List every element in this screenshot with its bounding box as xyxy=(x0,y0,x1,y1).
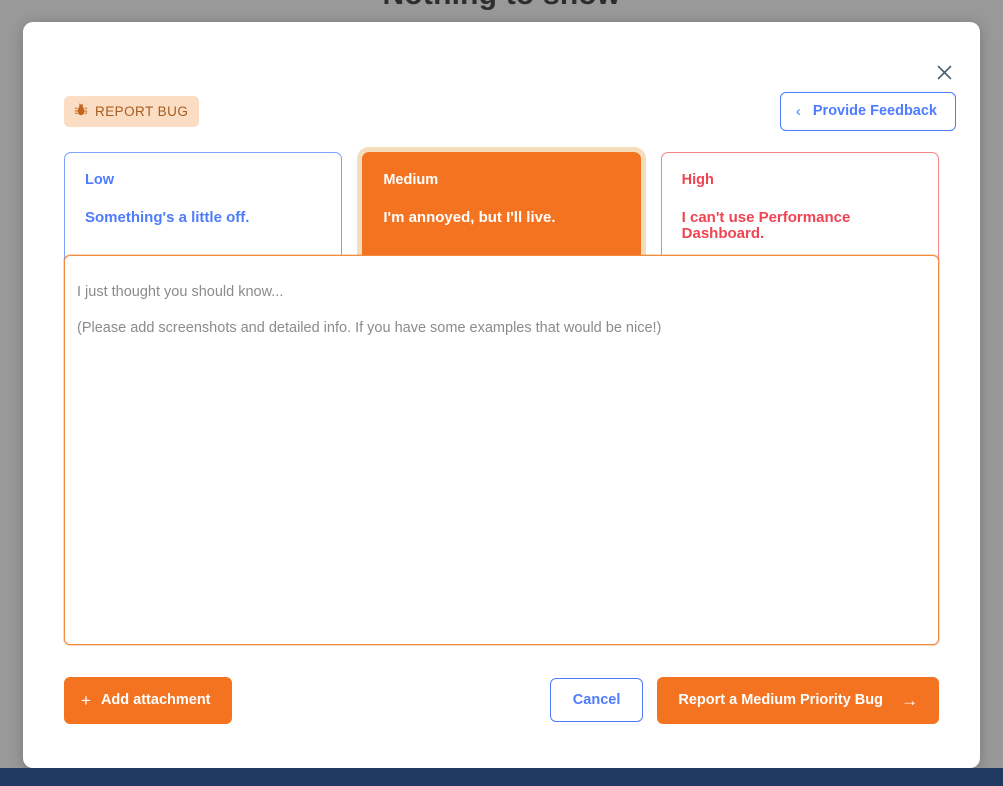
placeholder-line-2: (Please add screenshots and detailed inf… xyxy=(77,320,662,337)
obscured-page-title: Nothing to show xyxy=(0,0,1003,12)
severity-high-title: High xyxy=(681,172,714,188)
add-attachment-label: Add attachment xyxy=(100,691,211,708)
submit-bug-report-button[interactable]: Report a Medium Priority Bug → xyxy=(657,676,939,724)
severity-low-title: Low xyxy=(85,172,114,188)
placeholder-line-1: I just thought you should know... xyxy=(77,284,284,301)
severity-medium-description: I'm annoyed, but I'll live. xyxy=(383,208,556,226)
severity-option-low[interactable]: Low Something's a little off. xyxy=(64,152,343,266)
submit-label: Report a Medium Priority Bug xyxy=(678,691,883,708)
arrow-right-icon: → xyxy=(901,690,918,710)
footer-actions: Cancel Report a Medium Priority Bug → xyxy=(549,676,939,724)
severity-high-description: I can't use Performance Dashboard. xyxy=(681,208,851,242)
provide-feedback-label: Provide Feedback xyxy=(812,102,937,119)
bug-icon xyxy=(74,103,88,120)
severity-low-description: Something's a little off. xyxy=(85,208,250,226)
severity-option-high[interactable]: High I can't use Performance Dashboard. xyxy=(660,152,939,266)
add-attachment-button[interactable]: + Add attachment xyxy=(64,676,232,724)
cancel-button[interactable]: Cancel xyxy=(549,677,644,723)
severity-option-medium[interactable]: Medium I'm annoyed, but I'll live. xyxy=(362,152,641,266)
plus-icon: + xyxy=(81,690,91,710)
severity-medium-title: Medium xyxy=(383,172,439,188)
severity-options: Low Something's a little off. Medium I'm… xyxy=(64,152,939,266)
report-bug-chip-label: REPORT BUG xyxy=(95,103,189,119)
chevron-left-icon: ‹ xyxy=(795,102,801,120)
report-bug-chip[interactable]: REPORT BUG xyxy=(64,95,200,127)
page-bottom-bar xyxy=(0,768,1003,786)
provide-feedback-button[interactable]: ‹ Provide Feedback xyxy=(779,91,956,131)
cancel-label: Cancel xyxy=(572,691,621,708)
close-icon[interactable] xyxy=(932,60,956,84)
bug-description-input[interactable]: I just thought you should know... (Pleas… xyxy=(64,255,939,645)
report-bug-modal: REPORT BUG ‹ Provide Feedback Low Someth… xyxy=(23,22,980,768)
modal-header: REPORT BUG ‹ Provide Feedback xyxy=(64,88,956,134)
modal-footer: + Add attachment Cancel Report a Medium … xyxy=(64,676,939,724)
bug-description-placeholder: I just thought you should know... (Pleas… xyxy=(77,270,926,352)
